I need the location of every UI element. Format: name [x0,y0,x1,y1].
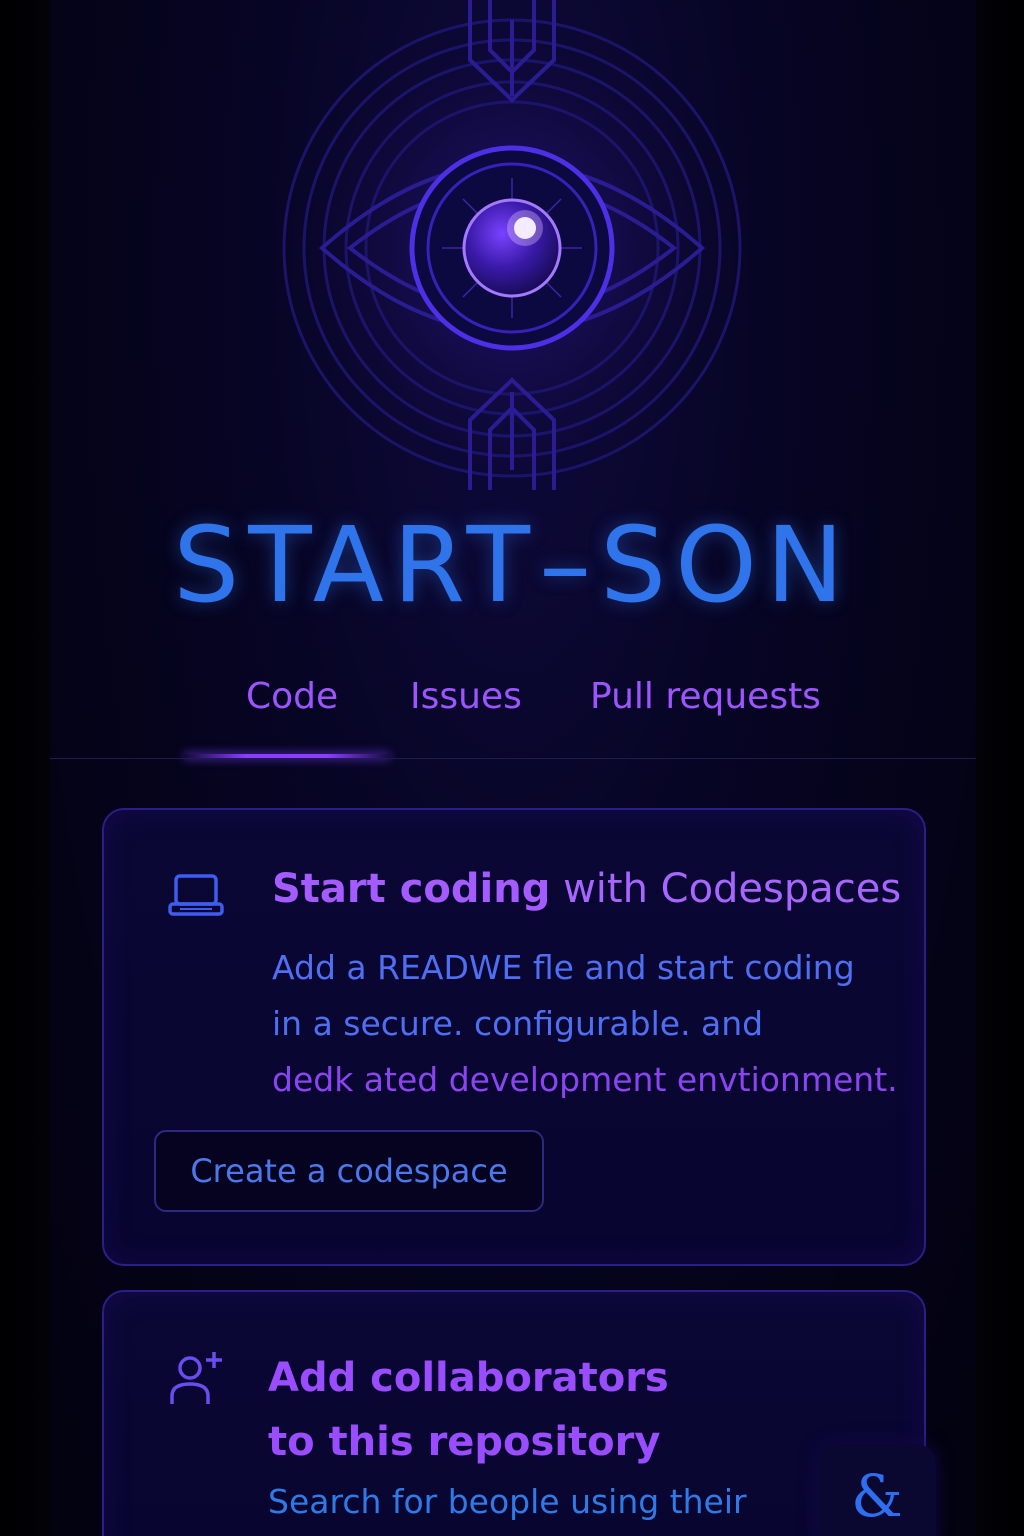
laptop-icon [168,874,224,916]
device-bezel-left [0,0,50,1536]
collaborators-heading-line: Add collaborators [268,1355,669,1401]
repo-tabs: Code Issues Pull requests [50,668,976,760]
app-title: START–SON [173,504,853,626]
create-codespace-button[interactable]: Create a codespace [154,1130,544,1212]
tab-code[interactable]: Code [246,676,338,717]
codespaces-description-line: Add a READWE fle and start coding [272,948,855,987]
codespaces-heading: Start coding with Codespaces [272,866,901,912]
app-screen: START–SON Code Issues Pull requests Star… [50,0,976,1536]
add-user-icon [170,1352,222,1404]
codespaces-heading-rest: with Codespaces [563,866,902,912]
tab-pull-requests[interactable]: Pull requests [590,676,821,717]
collaborators-heading-line: to this repository [268,1419,661,1465]
collaborators-description: Search for beople using their [268,1482,747,1521]
tabs-divider [50,758,976,759]
codespaces-description-line: in a secure. configurable. and [272,1004,764,1043]
floating-action-button[interactable]: & [818,1444,936,1536]
codespaces-description: Add a READWE fle and start coding in a s… [272,940,912,1108]
collaborators-heading: Add collaborators to this repository [268,1346,669,1474]
eye-emblem-icon [272,0,752,490]
ampersand-icon: & [851,1462,903,1530]
collaborators-card: Add collaborators to this repository Sea… [102,1290,926,1536]
device-bezel-right [976,0,1024,1536]
codespaces-card: Start coding with Codespaces Add a READW… [102,808,926,1266]
codespaces-heading-strong: Start coding [272,866,551,912]
codespaces-description-line: dedk ated development envtionment. [272,1060,898,1099]
tab-issues[interactable]: Issues [410,676,522,717]
